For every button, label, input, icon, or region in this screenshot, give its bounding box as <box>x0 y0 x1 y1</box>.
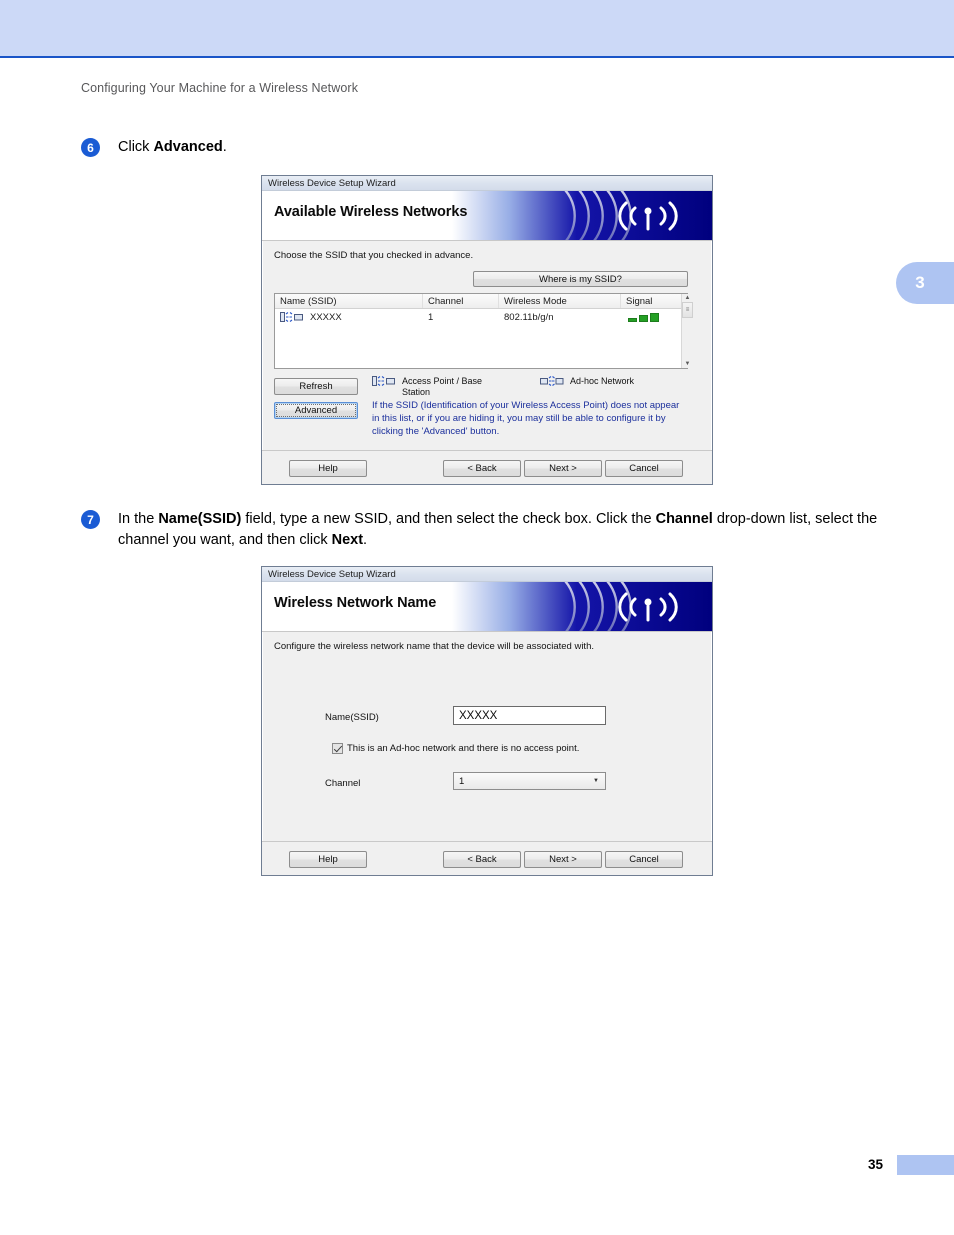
ssid-field-label: Name(SSID) <box>325 712 379 723</box>
adhoc-network-icon <box>540 376 564 386</box>
networks-listview-header: Name (SSID) Channel Wireless Mode Signal <box>275 294 681 309</box>
advanced-button-label: Advanced <box>294 405 338 416</box>
cancel-button[interactable]: Cancel <box>605 460 683 477</box>
dialog-banner: Available Wireless Networks <box>262 191 712 241</box>
adhoc-checkbox-row[interactable]: This is an Ad-hoc network and there is n… <box>332 743 579 754</box>
wireless-banner-art <box>452 191 712 240</box>
step-7-badge: 7 <box>81 510 100 529</box>
dialog-banner: Wireless Network Name <box>262 582 712 632</box>
signal-strength-icon <box>628 312 659 322</box>
back-button[interactable]: < Back <box>443 460 521 477</box>
channel-field-label: Channel <box>325 778 361 789</box>
ssid-input[interactable]: XXXXX <box>453 706 606 725</box>
column-header-wireless-mode[interactable]: Wireless Mode <box>499 294 621 308</box>
scroll-up-icon[interactable]: ▲ <box>685 295 691 301</box>
step-7-text: In the Name(SSID) field, type a new SSID… <box>118 511 878 549</box>
advanced-hint-text: If the SSID (Identification of your Wire… <box>372 400 680 437</box>
scroll-down-icon[interactable]: ▼ <box>685 361 691 367</box>
refresh-button[interactable]: Refresh <box>274 378 358 395</box>
cell-name-text: XXXXX <box>310 311 342 323</box>
chapter-tab: 3 <box>896 262 954 304</box>
help-button[interactable]: Help <box>289 460 367 477</box>
dialog-available-wireless-networks: Wireless Device Setup Wizard Available W… <box>261 175 713 485</box>
dialog-wireless-network-name: Wireless Device Setup Wizard Wireless Ne… <box>261 566 713 876</box>
refresh-button-label: Refresh <box>299 381 333 392</box>
step-6-badge: 6 <box>81 138 100 157</box>
next-button-label: Next > <box>549 463 577 474</box>
adhoc-checkbox[interactable] <box>332 743 343 754</box>
dialog-title-text: Wireless Device Setup Wizard <box>268 177 396 189</box>
column-header-channel[interactable]: Channel <box>423 294 499 308</box>
channel-dropdown[interactable]: 1 ▼ <box>453 772 606 790</box>
access-point-glyph <box>280 312 303 322</box>
next-button-label: Next > <box>549 854 577 865</box>
legend-access-point: Access Point / Base Station <box>372 376 540 399</box>
cancel-button-label: Cancel <box>629 854 659 865</box>
cell-signal <box>621 309 681 325</box>
legend-access-point-label: Access Point / Base Station <box>402 376 483 398</box>
dialog-footer: Help < Back Next > Cancel <box>262 450 712 484</box>
legend-adhoc: Ad-hoc Network <box>540 376 634 399</box>
column-header-signal[interactable]: Signal <box>621 294 681 308</box>
step-6-text: Click Advanced. <box>118 139 227 155</box>
access-point-icon <box>372 376 396 386</box>
back-button[interactable]: < Back <box>443 851 521 868</box>
networks-listview[interactable]: Name (SSID) Channel Wireless Mode Signal <box>274 293 693 369</box>
back-button-label: < Back <box>467 854 497 865</box>
help-button[interactable]: Help <box>289 851 367 868</box>
table-row[interactable]: XXXXX 1 802.11b/g/n <box>275 309 681 325</box>
chapter-tab-label: 3 <box>915 273 925 292</box>
page-number-block <box>897 1155 954 1175</box>
dialog-subtitle: Configure the wireless network name that… <box>274 641 594 652</box>
where-is-my-ssid-label: Where is my SSID? <box>539 273 622 285</box>
cell-wireless-mode: 802.11b/g/n <box>504 311 554 323</box>
help-button-label: Help <box>318 463 338 474</box>
help-button-label: Help <box>318 854 338 865</box>
channel-dropdown-value: 1 <box>459 775 465 787</box>
cancel-button[interactable]: Cancel <box>605 851 683 868</box>
column-header-name[interactable]: Name (SSID) <box>275 294 423 308</box>
signal-bar-2 <box>639 314 648 322</box>
dialog-titlebar: Wireless Device Setup Wizard <box>262 176 712 191</box>
signal-bar-3 <box>650 312 659 322</box>
chevron-down-icon[interactable]: ▼ <box>588 774 604 788</box>
legend: Access Point / Base Station Ad-hoc Netwo… <box>372 376 692 399</box>
adhoc-checkbox-label: This is an Ad-hoc network and there is n… <box>347 743 580 754</box>
wireless-banner-art <box>452 582 712 631</box>
dialog-footer: Help < Back Next > Cancel <box>262 841 712 875</box>
next-button[interactable]: Next > <box>524 460 602 477</box>
scrollbar-thumb[interactable]: ≡ <box>682 302 693 318</box>
step-6: 6 Click Advanced. <box>81 137 227 158</box>
access-point-icon <box>280 312 304 322</box>
adhoc-network-glyph <box>540 376 564 386</box>
dialog-banner-title: Wireless Network Name <box>274 595 437 611</box>
networks-listview-main: Name (SSID) Channel Wireless Mode Signal <box>275 294 681 368</box>
page-header-band <box>0 0 954 58</box>
advanced-button[interactable]: Advanced <box>274 402 358 419</box>
signal-bar-1 <box>628 317 637 322</box>
listview-scrollbar[interactable]: ▲ ≡ ▼ <box>681 294 693 368</box>
cell-name: XXXXX <box>275 309 423 325</box>
page-number: 35 <box>867 1157 883 1172</box>
access-point-glyph <box>372 376 395 386</box>
cancel-button-label: Cancel <box>629 463 659 474</box>
next-button[interactable]: Next > <box>524 851 602 868</box>
back-button-label: < Back <box>467 463 497 474</box>
cell-channel: 1 <box>428 311 434 323</box>
dialog-title-text: Wireless Device Setup Wizard <box>268 568 396 580</box>
step-7: 7 In the Name(SSID) field, type a new SS… <box>81 509 896 552</box>
dialog-subtitle: Choose the SSID that you checked in adva… <box>274 250 474 261</box>
legend-adhoc-label: Ad-hoc Network <box>570 376 635 386</box>
where-is-my-ssid-button[interactable]: Where is my SSID? <box>473 271 688 287</box>
dialog-titlebar: Wireless Device Setup Wizard <box>262 567 712 582</box>
dialog-banner-title: Available Wireless Networks <box>274 204 468 220</box>
running-head: Configuring Your Machine for a Wireless … <box>81 81 359 95</box>
